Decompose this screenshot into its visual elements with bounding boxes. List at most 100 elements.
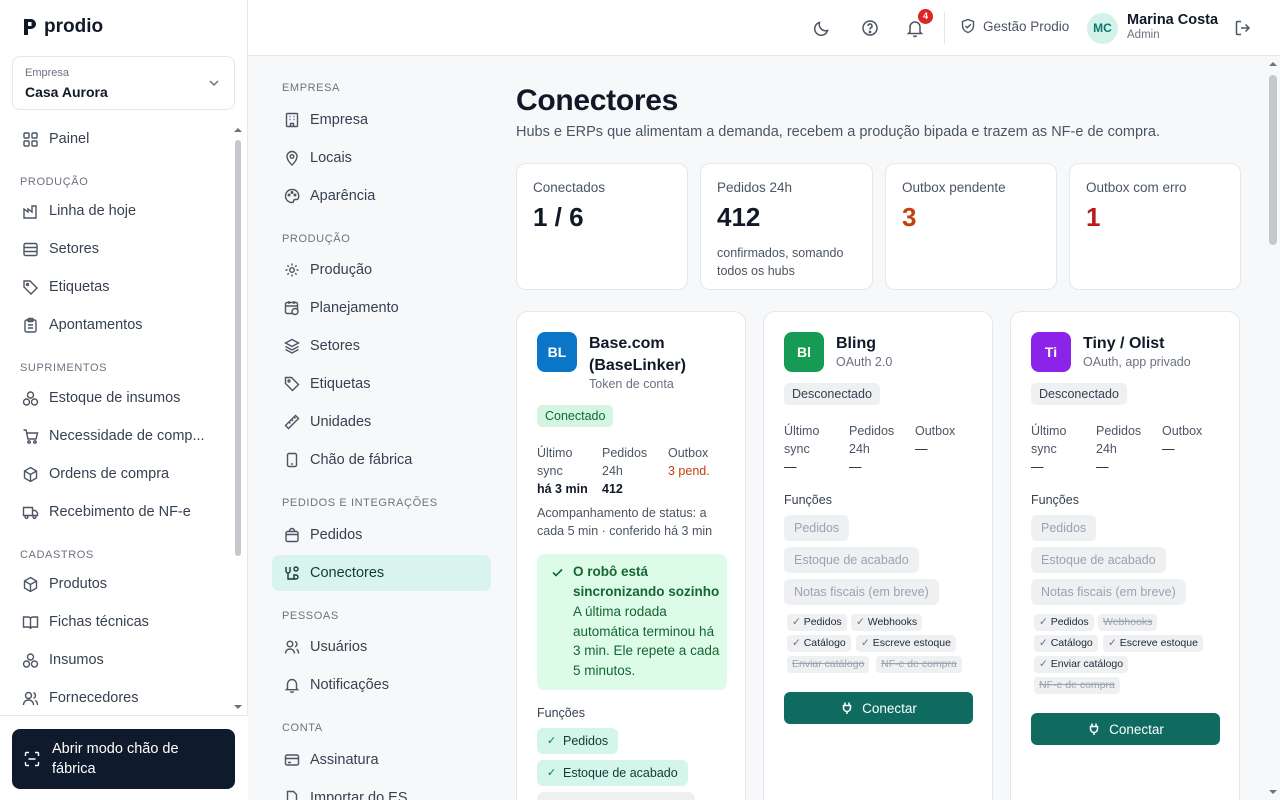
metric-label: Último sync <box>784 424 820 456</box>
settings-item-conectores[interactable]: Conectores <box>272 555 491 591</box>
settings-section-producao: PRODUÇÃO <box>282 233 351 245</box>
functions-label: Funções <box>1031 493 1079 507</box>
scroll-up-icon[interactable] <box>1269 60 1277 68</box>
avatar[interactable]: MC <box>1087 13 1118 44</box>
main-scrollbar[interactable] <box>1266 56 1280 800</box>
connector-name: Tiny / Olist <box>1083 335 1165 352</box>
calendar-clock-icon <box>284 301 299 316</box>
connect-button[interactable]: Conectar <box>784 692 973 724</box>
gear-icon <box>285 263 299 277</box>
settings-item-notificacoes[interactable]: Notificações <box>272 667 491 703</box>
prodio-logo-icon <box>24 19 36 35</box>
factory-floor-mode-button[interactable]: Abrir modo chão de fábrica <box>12 729 235 789</box>
sidebar-item-fornecedores[interactable]: Fornecedores <box>12 681 227 715</box>
sidebar-item-recebimento-nfe[interactable]: Recebimento de NF-e <box>12 495 227 529</box>
settings-item-pedidos[interactable]: Pedidos <box>272 517 491 553</box>
workspace-indicator[interactable]: Gestão Prodio <box>960 18 1069 34</box>
metric-value: — <box>915 442 928 456</box>
sidebar-item-insumos[interactable]: Insumos <box>12 643 227 677</box>
sidebar-item-painel[interactable]: Painel <box>12 122 227 156</box>
settings-item-label: Empresa <box>310 112 369 128</box>
settings-item-label: Pedidos <box>310 527 363 543</box>
settings-item-aparencia[interactable]: Aparência <box>272 178 491 214</box>
sidebar-item-necessidade-de-compra[interactable]: Necessidade de comp... <box>12 419 227 453</box>
settings-item-producao[interactable]: Produção <box>272 252 491 288</box>
sidebar-item-fichas-tecnicas[interactable]: Fichas técnicas <box>12 605 227 639</box>
sidebar-footer: Abrir modo chão de fábrica <box>0 715 248 800</box>
sidebar-section-producao: PRODUÇÃO <box>20 176 89 188</box>
app-root: prodio Empresa Casa Aurora Painel PRODUÇ… <box>0 0 1280 800</box>
moon-icon[interactable] <box>812 18 832 38</box>
metric-outbox: Outbox — <box>915 422 975 458</box>
settings-item-unidades[interactable]: Unidades <box>272 404 491 440</box>
help-icon[interactable] <box>860 18 880 38</box>
settings-nav: EMPRESA Empresa Locais Aparência PRODUÇÃ… <box>248 56 500 800</box>
connector-name: Bling <box>836 335 876 352</box>
settings-item-chao-de-fabrica[interactable]: Chão de fábrica <box>272 442 491 478</box>
scroll-down-icon[interactable] <box>1269 788 1277 796</box>
clipboard-icon <box>24 317 37 333</box>
settings-item-label: Usuários <box>310 639 368 655</box>
sidebar-item-label: Apontamentos <box>49 317 143 333</box>
function-chip[interactable]: Pedidos <box>537 728 619 754</box>
sidebar-item-setores[interactable]: Setores <box>12 232 227 266</box>
bell-icon <box>284 678 300 693</box>
metric-last-sync: Último sync — <box>784 422 842 476</box>
function-chip[interactable]: Estoque de acabado <box>537 760 688 786</box>
sidebar-item-label: Insumos <box>49 652 104 668</box>
connect-button[interactable]: Conectar <box>1031 713 1220 745</box>
main-scrollbar-thumb[interactable] <box>1269 75 1277 245</box>
sidebar-item-etiquetas[interactable]: Etiquetas <box>12 270 227 304</box>
plug-icon <box>842 702 852 714</box>
settings-item-empresa[interactable]: Empresa <box>272 102 491 138</box>
sidebar-scrollbar[interactable] <box>234 126 242 711</box>
settings-item-usuarios[interactable]: Usuários <box>272 629 491 665</box>
metric-value: — <box>784 460 797 474</box>
metric-last-sync: Último sync — <box>1031 422 1089 476</box>
shopping-bag-icon <box>285 527 299 543</box>
settings-item-importar-do-es[interactable]: Importar do ES <box>272 780 491 800</box>
settings-item-label: Chão de fábrica <box>310 452 413 468</box>
brand-logo[interactable]: prodio <box>22 16 103 38</box>
settings-item-etiquetas[interactable]: Etiquetas <box>272 366 491 402</box>
settings-item-label: Assinatura <box>310 752 379 768</box>
settings-item-locais[interactable]: Locais <box>272 140 491 176</box>
stat-value: 412 <box>717 202 761 232</box>
settings-item-planejamento[interactable]: Planejamento <box>272 290 491 326</box>
stat-value: 1 / 6 <box>533 202 584 232</box>
capability-tag: Catálogo <box>787 635 851 652</box>
sidebar-item-produtos[interactable]: Produtos <box>12 567 227 601</box>
connector-card-tiny-olist: Ti Tiny / Olist OAuth, app privado Desco… <box>1010 311 1240 800</box>
settings-item-setores[interactable]: Setores <box>272 328 491 364</box>
factory-icon <box>23 204 37 219</box>
main-content: Conectores Hubs e ERPs que alimentam a d… <box>500 56 1264 800</box>
ruler-icon <box>284 414 300 430</box>
sidebar-item-apontamentos[interactable]: Apontamentos <box>12 308 227 342</box>
settings-section-empresa: EMPRESA <box>282 82 340 94</box>
scroll-up-icon[interactable] <box>234 126 242 134</box>
page-title: Conectores <box>516 84 679 117</box>
tag-icon <box>23 279 38 295</box>
functions-label: Funções <box>537 706 585 720</box>
settings-item-label: Etiquetas <box>310 376 371 392</box>
settings-item-label: Conectores <box>310 565 385 581</box>
sidebar-item-ordens-de-compra[interactable]: Ordens de compra <box>12 457 227 491</box>
company-select[interactable]: Empresa Casa Aurora <box>12 56 235 110</box>
sidebar-scrollbar-thumb[interactable] <box>235 140 241 556</box>
boxes-icon <box>22 652 39 668</box>
scroll-down-icon[interactable] <box>234 703 242 711</box>
sidebar-item-estoque-de-insumos[interactable]: Estoque de insumos <box>12 381 227 415</box>
stat-value: 3 <box>902 202 917 232</box>
logout-icon[interactable] <box>1234 19 1252 37</box>
sidebar-item-label: Painel <box>49 131 90 147</box>
stat-label: Pedidos 24h <box>717 180 793 195</box>
notification-count-badge: 4 <box>918 9 933 24</box>
sidebar-item-linha-de-hoje[interactable]: Linha de hoje <box>12 194 227 228</box>
credit-card-icon <box>284 754 300 766</box>
metric-label: Último sync <box>537 446 573 478</box>
function-chip: Pedidos <box>1031 515 1097 541</box>
settings-item-assinatura[interactable]: Assinatura <box>272 742 491 778</box>
connector-card-baselinker: BL Base.com (BaseLinker) Token de conta … <box>516 311 746 800</box>
plug-icon <box>285 566 299 580</box>
stat-card-outbox-pendente: Outbox pendente 3 <box>885 163 1057 290</box>
